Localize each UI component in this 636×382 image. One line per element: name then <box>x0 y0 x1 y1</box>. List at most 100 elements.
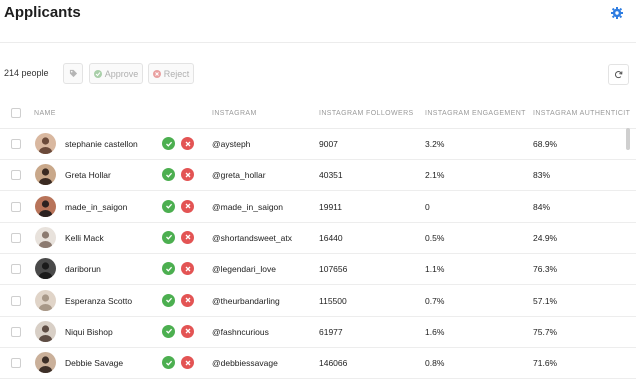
instagram-handle[interactable]: @legendari_love <box>212 264 276 274</box>
column-header-authenticity[interactable]: INSTAGRAM AUTHENTICITY <box>533 110 630 117</box>
scrollbar[interactable] <box>626 128 630 150</box>
avatar <box>35 320 56 342</box>
approve-check-icon[interactable] <box>162 137 175 150</box>
approve-check-icon[interactable] <box>162 168 175 182</box>
applicant-name[interactable]: Esperanza Scotto <box>65 296 132 306</box>
reject-close-icon[interactable] <box>181 137 194 150</box>
table-row[interactable]: Greta Hollar @greta_hollar 40351 2.1% 83… <box>0 160 636 192</box>
row-checkbox[interactable] <box>11 201 21 212</box>
approve-check-icon[interactable] <box>162 356 175 370</box>
row-checkbox[interactable] <box>11 232 21 243</box>
column-header-engagement[interactable]: INSTAGRAM ENGAGEMENT <box>425 110 526 117</box>
row-checkbox[interactable] <box>11 295 21 306</box>
instagram-authenticity: 84% <box>533 201 551 212</box>
applicant-name[interactable]: Debbie Savage <box>65 358 123 368</box>
approve-label: Approve <box>104 68 139 79</box>
table-row[interactable]: Esperanza Scotto @theurbandarling 115500… <box>0 286 636 317</box>
instagram-followers: 107656 <box>319 264 348 275</box>
applicant-name[interactable]: dariborun <box>65 264 101 274</box>
instagram-handle[interactable]: @debbiessavage <box>212 358 278 368</box>
table-header: NAME INSTAGRAM INSTAGRAM FOLLOWERS INSTA… <box>0 100 636 129</box>
applicant-name[interactable]: Greta Hollar <box>65 170 111 180</box>
applicant-name[interactable]: made_in_saigon <box>65 202 127 212</box>
instagram-engagement: 3.2% <box>425 139 445 149</box>
reject-close-icon[interactable] <box>181 168 194 182</box>
reject-close-icon[interactable] <box>181 262 194 276</box>
reject-close-icon[interactable] <box>181 199 194 213</box>
instagram-authenticity: 75.7% <box>533 326 558 337</box>
applicant-name[interactable]: Niqui Bishop <box>65 327 113 337</box>
table-row[interactable]: made_in_saigon @made_in_saigon 19911 0 8… <box>0 192 636 223</box>
row-checkbox[interactable] <box>11 326 21 337</box>
column-header-name[interactable]: NAME <box>34 110 56 117</box>
tag-button[interactable] <box>63 63 83 84</box>
row-checkbox[interactable] <box>11 139 21 149</box>
instagram-handle[interactable]: @greta_hollar <box>212 170 266 180</box>
instagram-handle[interactable]: @fashncurious <box>212 327 269 337</box>
instagram-authenticity: 68.9% <box>533 139 558 149</box>
instagram-followers: 40351 <box>319 170 343 181</box>
instagram-handle[interactable]: @aysteph <box>212 139 250 149</box>
instagram-authenticity: 57.1% <box>533 295 558 306</box>
instagram-followers: 146066 <box>319 358 348 369</box>
column-header-followers[interactable]: INSTAGRAM FOLLOWERS <box>319 110 414 117</box>
instagram-engagement: 1.6% <box>425 326 445 337</box>
row-checkbox[interactable] <box>11 170 21 181</box>
approve-check-icon[interactable] <box>162 199 175 213</box>
page-header: Applicants <box>0 0 636 43</box>
page-title: Applicants <box>4 4 81 21</box>
row-checkbox[interactable] <box>11 358 21 369</box>
approve-check-icon[interactable] <box>162 262 175 276</box>
avatar <box>35 258 56 280</box>
avatar <box>35 352 56 374</box>
people-count: 214 people <box>4 68 49 78</box>
instagram-followers: 9007 <box>319 139 338 149</box>
avatar <box>35 195 56 217</box>
instagram-handle[interactable]: @made_in_saigon <box>212 202 283 212</box>
avatar <box>35 226 56 248</box>
instagram-engagement: 0.7% <box>425 295 445 306</box>
instagram-engagement: 2.1% <box>425 170 445 181</box>
avatar <box>35 133 56 154</box>
avatar <box>35 164 56 186</box>
reject-close-icon[interactable] <box>181 293 194 307</box>
table-row[interactable]: Debbie Savage @debbiessavage 146066 0.8%… <box>0 348 636 380</box>
instagram-engagement: 0 <box>425 201 430 212</box>
table-row[interactable]: stephanie castellon @aysteph 9007 3.2% 6… <box>0 129 636 160</box>
reject-close-icon[interactable] <box>181 356 194 370</box>
refresh-button[interactable] <box>608 64 629 85</box>
instagram-engagement: 1.1% <box>425 264 445 275</box>
instagram-authenticity: 76.3% <box>533 264 558 275</box>
table-row[interactable]: Niqui Bishop @fashncurious 61977 1.6% 75… <box>0 317 636 348</box>
approve-check-icon[interactable] <box>162 293 175 307</box>
instagram-handle[interactable]: @theurbandarling <box>212 296 280 306</box>
instagram-handle[interactable]: @shortandsweet_atx <box>212 233 292 243</box>
reject-close-icon[interactable] <box>181 324 194 338</box>
approve-button[interactable]: Approve <box>89 63 143 84</box>
instagram-authenticity: 24.9% <box>533 232 558 243</box>
approve-check-icon[interactable] <box>162 230 175 244</box>
instagram-authenticity: 83% <box>533 170 551 181</box>
gear-icon[interactable] <box>611 7 623 19</box>
instagram-authenticity: 71.6% <box>533 358 558 369</box>
applicant-name[interactable]: stephanie castellon <box>65 139 138 149</box>
reject-label: Reject <box>163 68 190 79</box>
approve-check-icon[interactable] <box>162 324 175 338</box>
instagram-followers: 61977 <box>319 326 343 337</box>
table-row[interactable]: Kelli Mack @shortandsweet_atx 16440 0.5%… <box>0 223 636 254</box>
instagram-engagement: 0.5% <box>425 232 445 243</box>
select-all-checkbox[interactable] <box>11 108 21 118</box>
reject-button[interactable]: Reject <box>148 63 194 84</box>
tag-icon <box>69 69 77 78</box>
row-checkbox[interactable] <box>11 264 21 275</box>
table-row[interactable]: dariborun @legendari_love 107656 1.1% 76… <box>0 254 636 286</box>
close-icon <box>152 69 161 78</box>
toolbar: 214 people Approve Reject <box>0 62 636 86</box>
refresh-icon <box>614 71 623 79</box>
reject-close-icon[interactable] <box>181 230 194 244</box>
instagram-followers: 19911 <box>319 201 343 212</box>
column-header-instagram[interactable]: INSTAGRAM <box>212 110 257 117</box>
check-icon <box>93 69 102 78</box>
avatar <box>35 289 56 311</box>
applicant-name[interactable]: Kelli Mack <box>65 233 104 243</box>
